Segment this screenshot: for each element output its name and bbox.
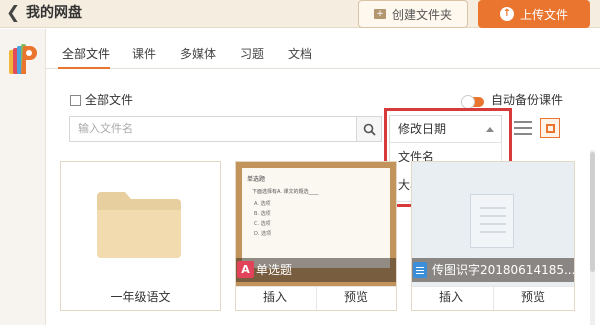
folder-plus-icon: +: [373, 9, 386, 19]
exercise-preview: 单选题 下面选择有A. 课文的题选____ A. 选项 B. 选项 C. 选项 …: [242, 168, 390, 268]
search-button[interactable]: [356, 116, 382, 142]
top-bar: ❮ 我的网盘 + 创建文件夹 ↑ 上传文件: [0, 0, 600, 28]
divider: [316, 286, 317, 310]
select-all-checkbox[interactable]: [70, 95, 81, 106]
search-input[interactable]: 输入文件名: [69, 116, 359, 142]
insert-button[interactable]: 插入: [263, 289, 287, 305]
folder-icon: [97, 192, 181, 258]
search-icon: [363, 123, 376, 136]
create-folder-button[interactable]: + 创建文件夹: [358, 0, 468, 28]
tab-exercises[interactable]: 习题: [240, 46, 264, 62]
insert-button[interactable]: 插入: [439, 289, 463, 305]
document-badge-icon: [413, 262, 427, 278]
preview-question: 下面选择有A. 课文的题选____: [252, 189, 319, 195]
upload-icon: ↑: [499, 7, 514, 21]
preview-title: 单选题: [247, 176, 266, 183]
list-view-icon[interactable]: [514, 119, 532, 137]
preview-option: A. 选项: [254, 201, 271, 207]
tab-multimedia[interactable]: 多媒体: [180, 46, 216, 62]
divider: [493, 286, 494, 310]
app-logo-icon: [9, 44, 37, 74]
tab-courseware[interactable]: 课件: [132, 46, 156, 62]
auto-backup-label: 自动备份课件: [491, 93, 564, 107]
preview-option: C. 选项: [254, 221, 271, 227]
category-tabs: [46, 29, 600, 69]
file-name: 一年级语文: [110, 290, 171, 304]
document-icon: [470, 194, 514, 248]
page-title: 我的网盘: [26, 5, 82, 21]
select-all-label: 全部文件: [85, 93, 134, 107]
file-name: 传图识字20180614185...: [412, 258, 574, 282]
preview-option: B. 选项: [254, 211, 271, 217]
grid-view-icon[interactable]: [540, 118, 560, 138]
exercise-badge-icon: A: [237, 261, 254, 278]
create-folder-label: 创建文件夹: [391, 7, 452, 22]
tab-documents[interactable]: 文档: [288, 46, 312, 62]
active-tab-indicator: [58, 67, 110, 69]
sidebar: [0, 29, 46, 325]
chevron-left-icon[interactable]: ❮: [6, 3, 20, 23]
preview-button[interactable]: 预览: [344, 289, 368, 305]
preview-button[interactable]: 预览: [521, 289, 545, 305]
upload-file-button[interactable]: ↑ 上传文件: [478, 0, 590, 28]
scrollbar-thumb[interactable]: [590, 152, 595, 272]
preview-option: D. 选项: [254, 231, 272, 237]
toggle-knob: [461, 95, 475, 109]
upload-file-label: 上传文件: [519, 7, 568, 22]
tab-all-files[interactable]: 全部文件: [62, 46, 110, 62]
file-name: 单选题: [236, 258, 396, 282]
